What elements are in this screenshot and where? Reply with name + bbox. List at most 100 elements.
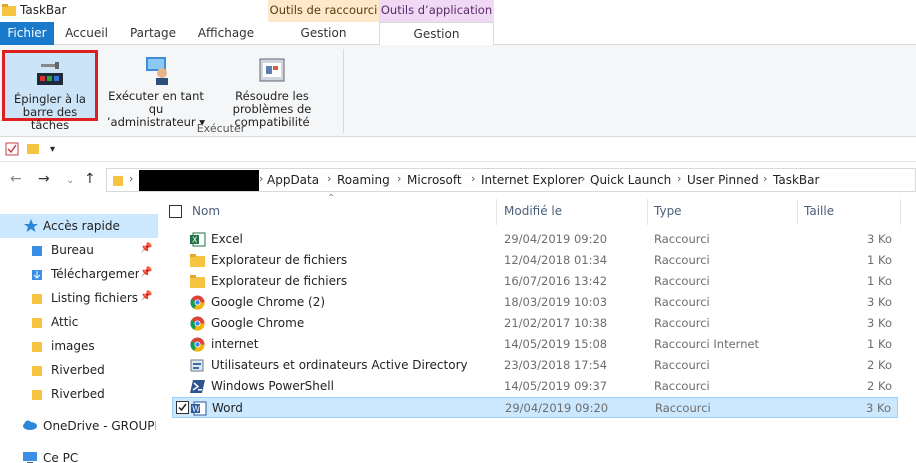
file-row[interactable]: Explorateur de fichiers 12/04/2018 01:34… xyxy=(172,250,898,271)
nav-item-downloads[interactable]: Téléchargements 📌 xyxy=(0,262,158,286)
file-size: 3 Ko xyxy=(867,316,892,330)
folder-icon xyxy=(32,387,44,404)
file-name: internet xyxy=(211,337,259,351)
file-name: Utilisateurs et ordinateurs Active Direc… xyxy=(211,358,468,372)
file-size: 3 Ko xyxy=(867,295,892,309)
nav-item-label: OneDrive - GROUPE L xyxy=(43,419,156,433)
chevron-right-icon: › xyxy=(677,172,682,185)
column-header-type[interactable]: Type xyxy=(654,204,682,218)
quick-access-toolbar: ▾ xyxy=(0,138,916,162)
nav-item-riverbed[interactable]: Riverbed xyxy=(0,358,158,382)
column-header-name[interactable]: Nom xyxy=(192,204,220,218)
compatibility-button[interactable]: Résoudre les problèmes de compatibilité xyxy=(212,53,332,129)
properties-check-icon[interactable] xyxy=(5,142,19,159)
svg-text:W: W xyxy=(192,405,200,414)
file-type: Raccourci xyxy=(654,274,710,288)
pin-to-taskbar-button[interactable]: Épingler à la barre des tâches xyxy=(2,50,98,132)
chevron-right-icon: › xyxy=(259,172,264,185)
nav-item-this-pc[interactable]: Ce PC xyxy=(0,446,158,463)
new-folder-icon[interactable] xyxy=(27,142,39,157)
nav-item-label: Bureau xyxy=(51,243,94,257)
redacted-path-segment xyxy=(139,170,259,191)
nav-item-quick-access[interactable]: Accès rapide xyxy=(0,214,158,238)
folder-icon xyxy=(32,315,44,332)
select-all-checkbox[interactable] xyxy=(169,205,182,218)
file-row[interactable]: Google Chrome 21/02/2017 10:38 Raccourci… xyxy=(172,313,898,334)
column-header-size[interactable]: Taille xyxy=(804,204,834,218)
navigation-pane: Accès rapide Bureau 📌 Téléchargements 📌 … xyxy=(0,212,158,463)
file-row[interactable]: Windows PowerShell 14/05/2019 09:37 Racc… xyxy=(172,376,898,397)
file-size: 2 Ko xyxy=(867,358,892,372)
ribbon-group-label: Exécuter xyxy=(196,122,246,135)
address-bar[interactable]: › › AppData › Roaming › Microsoft › Inte… xyxy=(106,168,916,192)
column-separator[interactable] xyxy=(797,199,798,225)
file-type: Raccourci Internet xyxy=(654,337,760,351)
sort-up-icon: ⌃ xyxy=(327,193,336,204)
tab-fichier[interactable]: Fichier xyxy=(0,22,54,45)
nav-item-listing[interactable]: Listing fichiers 0 📌 xyxy=(0,286,158,310)
folder-icon xyxy=(2,4,16,19)
breadcrumb-item[interactable]: AppData xyxy=(267,173,319,187)
nav-item-onedrive[interactable]: OneDrive - GROUPE L xyxy=(0,414,158,438)
star-icon xyxy=(24,219,38,236)
nav-item-label: Ce PC xyxy=(43,451,79,463)
window-title: TaskBar xyxy=(20,3,67,17)
file-modified: 14/05/2019 15:08 xyxy=(504,337,608,351)
file-row[interactable]: X Excel 29/04/2019 09:20 Raccourci 3 Ko xyxy=(172,229,898,250)
ribbon-group-separator xyxy=(343,49,344,133)
taskbar-pin-icon xyxy=(35,61,65,92)
file-modified: 14/05/2019 09:37 xyxy=(504,379,608,393)
ribbon: Épingler à la barre des tâches Exécuter … xyxy=(0,45,916,137)
breadcrumb-item[interactable]: TaskBar xyxy=(773,173,819,187)
tab-partage[interactable]: Partage xyxy=(119,22,187,45)
breadcrumb-item[interactable]: Microsoft xyxy=(407,173,462,187)
chevron-right-icon: › xyxy=(327,172,332,185)
column-header-modified[interactable]: Modifié le xyxy=(504,204,562,218)
file-row[interactable]: internet 14/05/2019 15:08 Raccourci Inte… xyxy=(172,334,898,355)
file-row[interactable]: Google Chrome (2) 18/03/2019 10:03 Racco… xyxy=(172,292,898,313)
folder-icon xyxy=(32,291,44,308)
run-as-admin-button[interactable]: Exécuter en tant qu ’administrateur ▾ xyxy=(104,53,208,129)
file-size: 1 Ko xyxy=(867,274,892,288)
file-size: 1 Ko xyxy=(867,253,892,267)
breadcrumb-item[interactable]: Internet Explorer xyxy=(481,173,582,187)
file-type: Raccourci xyxy=(654,316,710,330)
back-arrow-icon[interactable]: ← xyxy=(10,171,22,187)
column-separator[interactable] xyxy=(900,199,901,225)
file-type: Raccourci xyxy=(654,232,710,246)
nav-item-attic[interactable]: Attic xyxy=(0,310,158,334)
tab-accueil[interactable]: Accueil xyxy=(54,22,119,45)
file-row[interactable]: Explorateur de fichiers 16/07/2016 13:42… xyxy=(172,271,898,292)
file-modified: 29/04/2019 09:20 xyxy=(505,401,609,415)
admin-tool-icon xyxy=(190,358,205,376)
column-separator[interactable] xyxy=(496,199,497,225)
column-headers: ⌃ Nom Modifié le Type Taille xyxy=(165,193,916,227)
breadcrumb-item[interactable]: Quick Launch xyxy=(590,173,671,187)
file-list: ⌃ Nom Modifié le Type Taille X Excel 29/… xyxy=(165,193,916,463)
nav-item-bureau[interactable]: Bureau 📌 xyxy=(0,238,158,262)
pin-to-taskbar-label: Épingler à la barre des tâches xyxy=(14,92,86,132)
file-type: Raccourci xyxy=(654,358,710,372)
file-modified: 29/04/2019 09:20 xyxy=(504,232,608,246)
nav-item-images[interactable]: images xyxy=(0,334,158,358)
word-icon: W xyxy=(191,401,207,419)
nav-item-riverbed-2[interactable]: Riverbed xyxy=(0,382,158,406)
chrome-icon xyxy=(190,337,205,355)
breadcrumb-item[interactable]: User Pinned xyxy=(687,173,759,187)
tab-gestion-app[interactable]: Gestion xyxy=(379,22,494,46)
breadcrumb-item[interactable]: Roaming xyxy=(337,173,390,187)
customize-toolbar-icon[interactable]: ▾ xyxy=(50,144,55,155)
tab-gestion-shortcut[interactable]: Gestion xyxy=(268,22,379,45)
pin-icon: 📌 xyxy=(140,267,153,278)
up-arrow-icon[interactable]: ↑ xyxy=(84,171,96,187)
forward-arrow-icon[interactable]: → xyxy=(38,171,50,187)
recent-locations-chevron-icon[interactable]: ⌄ xyxy=(66,175,74,186)
file-modified: 21/02/2017 10:38 xyxy=(504,316,608,330)
column-separator[interactable] xyxy=(647,199,648,225)
tab-affichage[interactable]: Affichage xyxy=(187,22,265,45)
row-checkbox[interactable] xyxy=(176,401,189,414)
chevron-right-icon: › xyxy=(471,172,476,185)
file-row-selected[interactable]: W Word 29/04/2019 09:20 Raccourci 3 Ko xyxy=(172,397,898,418)
folder-icon xyxy=(32,339,44,356)
file-row[interactable]: Utilisateurs et ordinateurs Active Direc… xyxy=(172,355,898,376)
